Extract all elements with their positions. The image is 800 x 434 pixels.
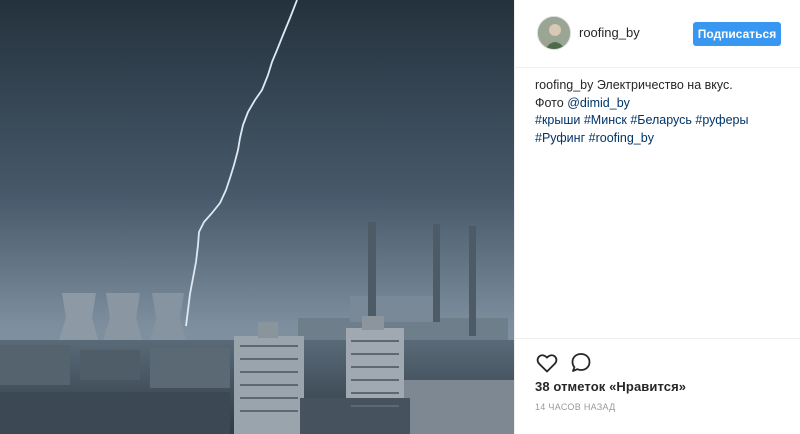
post-actions [515, 338, 800, 378]
photo-credit-mention[interactable]: @dimid_by [567, 96, 630, 110]
hashtag-link[interactable]: #крыши [535, 113, 580, 127]
post-caption: roofing_by Электричество на вкус. Фото @… [535, 77, 791, 147]
hashtag-link[interactable]: #Минск [584, 113, 627, 127]
city-lightning-photo [0, 0, 514, 434]
post-side-panel: roofing_by Подписаться roofing_by Электр… [514, 0, 800, 434]
username-link[interactable]: roofing_by [579, 25, 640, 40]
caption-line-1: roofing_by Электричество на вкус. [535, 77, 791, 95]
post-header: roofing_by Подписаться [515, 0, 800, 68]
avatar[interactable] [537, 16, 571, 50]
hashtag-link[interactable]: #Беларусь [630, 113, 692, 127]
hashtag-link[interactable]: #roofing_by [589, 131, 654, 145]
hashtag-link[interactable]: #Руфинг [535, 131, 585, 145]
hashtags-line-2: #Руфинг #roofing_by [535, 130, 791, 148]
photo-prefix: Фото [535, 95, 568, 110]
caption-author-link[interactable]: roofing_by [535, 78, 593, 92]
follow-button[interactable]: Подписаться [693, 22, 781, 46]
avatar-image [538, 17, 570, 49]
speech-bubble-icon[interactable] [569, 351, 593, 375]
caption-text: Электричество на вкус. [593, 78, 733, 92]
hashtag-link[interactable]: #руферы [695, 113, 748, 127]
heart-outline-icon[interactable] [535, 351, 559, 375]
hashtags-line-1: #крыши #Минск #Беларусь #руферы [535, 112, 791, 130]
caption-line-2: Фото @dimid_by [535, 95, 791, 113]
post-photo[interactable] [0, 0, 514, 434]
post-timestamp[interactable]: 14 ЧАСОВ НАЗАД [535, 402, 616, 412]
likes-count[interactable]: 38 отметок «Нравится» [535, 379, 686, 394]
